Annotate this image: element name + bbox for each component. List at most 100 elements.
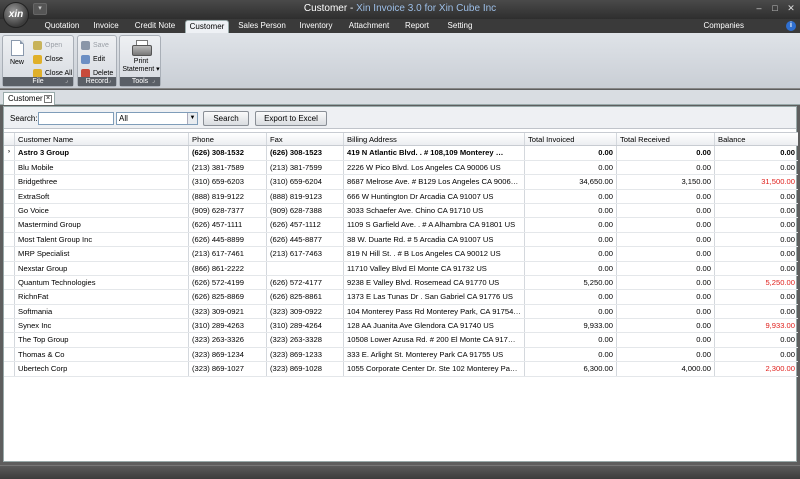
customer-name-cell[interactable]: Most Talent Group Inc — [15, 232, 189, 247]
total-invoiced-cell[interactable]: 0.00 — [525, 146, 617, 160]
filter-dropdown[interactable]: All ▼ — [116, 112, 198, 125]
edit-button[interactable]: Edit — [81, 53, 105, 65]
customer-name-cell[interactable]: Blu Mobile — [15, 160, 189, 175]
total-invoiced-cell[interactable]: 0.00 — [525, 333, 617, 347]
table-row[interactable]: › Astro 3 Group (626) 308-1532 (626) 308-15… — [4, 146, 798, 161]
billing-address-cell[interactable]: 128 AA Juanita Ave Glendora CA 91740 US — [344, 319, 525, 333]
table-row[interactable]: Ubertech Corp (323) 869-1027 (323) 869-102… — [4, 362, 798, 377]
column-header-balance[interactable]: Balance — [715, 133, 798, 145]
billing-address-cell[interactable]: 11710 Valley Blvd El Monte CA 91732 US — [344, 261, 525, 275]
table-row[interactable]: Blu Mobile (213) 381-7589 (213) 381-7599 22… — [4, 160, 798, 176]
billing-address-cell[interactable]: 38 W. Duarte Rd. # 5 Arcadia CA 91007 US — [344, 232, 525, 247]
phone-cell[interactable]: (323) 869-1234 — [189, 347, 267, 362]
balance-cell[interactable]: 2,300.00 — [715, 362, 798, 375]
balance-cell[interactable]: 0.00 — [715, 161, 798, 174]
customer-name-cell[interactable]: Mastermind Group — [15, 218, 189, 232]
total-invoiced-cell[interactable]: 6,300.00 — [525, 362, 617, 376]
table-row[interactable]: Go Voice (909) 628-7377 (909) 628-7388 3033… — [4, 203, 798, 219]
total-received-cell[interactable]: 0.00 — [617, 218, 715, 232]
customer-name-cell[interactable]: Astro 3 Group — [15, 146, 189, 160]
fax-cell[interactable]: (626) 572-4177 — [267, 275, 344, 290]
phone-cell[interactable]: (323) 869-1027 — [189, 362, 267, 376]
customer-name-cell[interactable]: Go Voice — [15, 203, 189, 218]
balance-cell[interactable]: 0.00 — [715, 233, 798, 246]
total-invoiced-cell[interactable]: 0.00 — [525, 232, 617, 247]
fax-cell[interactable]: (323) 869-1233 — [267, 347, 344, 362]
tab-inventory[interactable]: Inventory — [295, 20, 337, 33]
total-received-cell[interactable]: 0.00 — [617, 160, 715, 175]
customer-name-cell[interactable]: RichnFat — [15, 290, 189, 304]
print-statement-button[interactable]: Print Statement ▾ — [121, 40, 161, 74]
fax-cell[interactable]: (626) 457-1112 — [267, 218, 344, 232]
balance-cell[interactable]: 0.00 — [715, 146, 798, 159]
file-group-launcher-icon[interactable]: ⌟ — [65, 78, 72, 85]
customer-name-cell[interactable]: Ubertech Corp — [15, 362, 189, 376]
total-received-cell[interactable]: 0.00 — [617, 319, 715, 333]
tab-setting[interactable]: Setting — [442, 20, 478, 33]
phone-cell[interactable]: (866) 861-2222 — [189, 261, 267, 275]
total-invoiced-cell[interactable]: 5,250.00 — [525, 275, 617, 290]
billing-address-cell[interactable]: 8687 Melrose Ave. # B129 Los Angeles CA … — [344, 175, 525, 189]
balance-cell[interactable]: 0.00 — [715, 333, 798, 346]
total-received-cell[interactable]: 0.00 — [617, 275, 715, 290]
customer-name-cell[interactable]: Softmania — [15, 304, 189, 319]
close-button[interactable]: Close — [33, 53, 63, 65]
save-button[interactable]: Save — [81, 39, 109, 51]
total-received-cell[interactable]: 4,000.00 — [617, 362, 715, 376]
balance-cell[interactable]: 0.00 — [715, 348, 798, 361]
close-tab-icon[interactable]: × — [44, 95, 52, 103]
table-row[interactable]: Bridgethree (310) 659-6203 (310) 659-6204 8… — [4, 175, 798, 190]
new-button[interactable]: New — [6, 40, 28, 67]
billing-address-cell[interactable]: 1055 Corporate Center Dr. Ste 102 Monter… — [344, 362, 525, 376]
info-icon[interactable]: i — [786, 21, 796, 31]
total-received-cell[interactable]: 0.00 — [617, 347, 715, 362]
billing-address-cell[interactable]: 10508 Lower Azusa Rd. # 200 El Monte CA … — [344, 333, 525, 347]
balance-cell[interactable]: 0.00 — [715, 305, 798, 318]
total-invoiced-cell[interactable]: 0.00 — [525, 304, 617, 319]
customer-name-cell[interactable]: Bridgethree — [15, 175, 189, 189]
billing-address-cell[interactable]: 9238 E Valley Blvd. Rosemead CA 91770 US — [344, 275, 525, 290]
billing-address-cell[interactable]: 3033 Schaefer Ave. Chino CA 91710 US — [344, 203, 525, 218]
total-invoiced-cell[interactable]: 0.00 — [525, 347, 617, 362]
balance-cell[interactable]: 31,500.00 — [715, 175, 798, 188]
fax-cell[interactable]: (310) 289-4264 — [267, 319, 344, 333]
minimize-button[interactable]: – — [752, 2, 766, 15]
phone-cell[interactable]: (626) 825-8869 — [189, 290, 267, 304]
phone-cell[interactable]: (213) 381-7589 — [189, 160, 267, 175]
balance-cell[interactable]: 9,933.00 — [715, 319, 798, 332]
phone-cell[interactable]: (323) 263-3326 — [189, 333, 267, 347]
total-received-cell[interactable]: 0.00 — [617, 146, 715, 160]
phone-cell[interactable]: (213) 617-7461 — [189, 247, 267, 261]
tab-invoice[interactable]: Invoice — [88, 20, 124, 33]
total-received-cell[interactable]: 0.00 — [617, 189, 715, 203]
column-header-fax[interactable]: Fax — [267, 133, 344, 146]
fax-cell[interactable]: (888) 819-9123 — [267, 189, 344, 203]
tab-credit-note[interactable]: Credit Note — [130, 20, 180, 33]
total-received-cell[interactable]: 0.00 — [617, 290, 715, 304]
balance-cell[interactable]: 0.00 — [715, 262, 798, 275]
document-tab-customer[interactable]: Customer × — [3, 92, 55, 105]
table-row[interactable]: ExtraSoft (888) 819-9122 (888) 819-9123 666… — [4, 189, 798, 204]
table-row[interactable]: The Top Group (323) 263-3326 (323) 263-332… — [4, 333, 798, 348]
balance-cell[interactable]: 0.00 — [715, 204, 798, 217]
table-row[interactable]: Mastermind Group (626) 457-1111 (626) 457-… — [4, 218, 798, 233]
companies-menu[interactable]: Companies — [704, 20, 744, 32]
fax-cell[interactable]: (323) 869-1028 — [267, 362, 344, 376]
total-invoiced-cell[interactable]: 0.00 — [525, 203, 617, 218]
total-received-cell[interactable]: 0.00 — [617, 232, 715, 247]
table-row[interactable]: MRP Specialist (213) 617-7461 (213) 617-74… — [4, 247, 798, 262]
customer-name-cell[interactable]: Synex Inc — [15, 319, 189, 333]
export-to-excel-button[interactable]: Export to Excel — [255, 111, 327, 126]
total-received-cell[interactable]: 0.00 — [617, 203, 715, 218]
search-button[interactable]: Search — [203, 111, 249, 126]
balance-cell[interactable]: 0.00 — [715, 218, 798, 231]
customer-name-cell[interactable]: ExtraSoft — [15, 189, 189, 203]
total-invoiced-cell[interactable]: 0.00 — [525, 189, 617, 203]
phone-cell[interactable]: (310) 289-4263 — [189, 319, 267, 333]
column-header-billing-address[interactable]: Billing Address — [344, 133, 525, 146]
fax-cell[interactable]: (310) 659-6204 — [267, 175, 344, 189]
total-invoiced-cell[interactable]: 0.00 — [525, 290, 617, 304]
total-received-cell[interactable]: 3,150.00 — [617, 175, 715, 189]
phone-cell[interactable]: (909) 628-7377 — [189, 203, 267, 218]
balance-cell[interactable]: 5,250.00 — [715, 276, 798, 289]
